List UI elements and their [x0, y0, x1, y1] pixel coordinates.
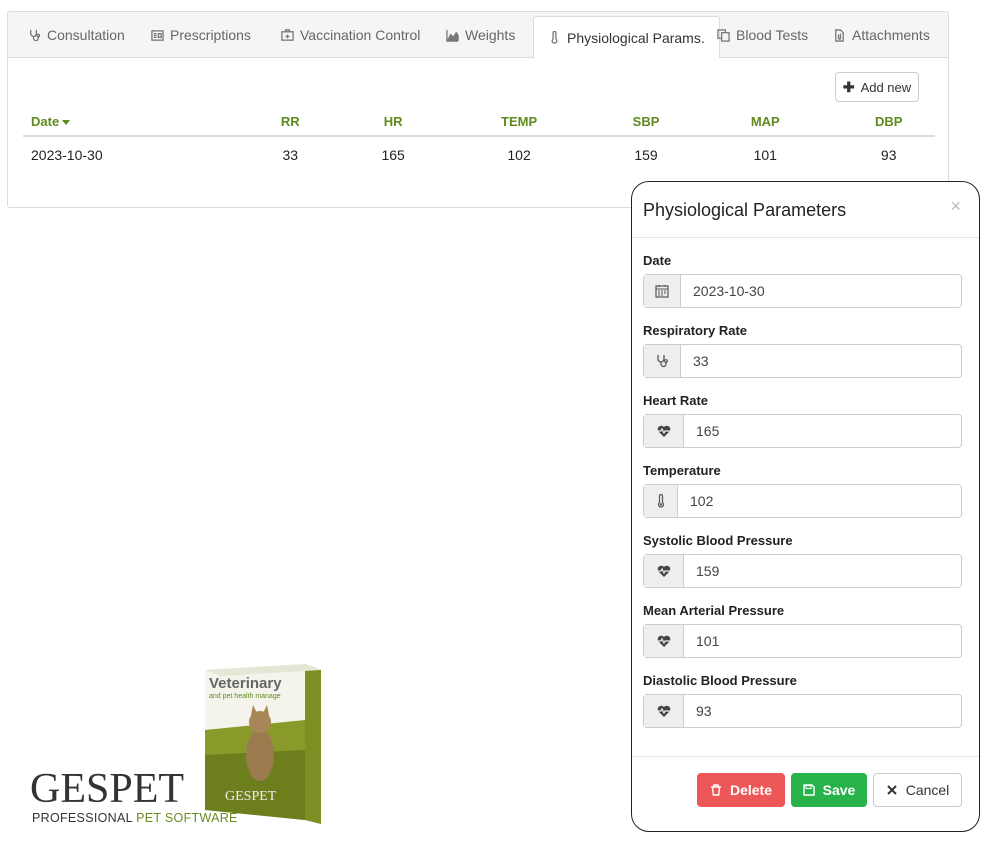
mean-arterial-pressure-value[interactable]: 101: [684, 625, 961, 657]
close-icon[interactable]: ×: [950, 196, 961, 217]
tab-label: Physiological Params.: [567, 29, 705, 46]
copy-icon: [717, 28, 730, 42]
gespet-tagline: PROFESSIONAL PET SOFTWARE: [32, 811, 238, 825]
tab-label: Weights: [465, 27, 516, 43]
respiratory-rate-field[interactable]: 33: [643, 344, 962, 378]
floppy-disk-icon: [802, 784, 815, 796]
tab-weights[interactable]: Weights: [446, 12, 515, 58]
systolic-bp-field[interactable]: 159: [643, 554, 962, 588]
tab-label: Vaccination Control: [300, 27, 421, 43]
cell-map: 101: [753, 146, 777, 163]
delete-label: Delete: [729, 782, 773, 798]
temperature-value[interactable]: 102: [678, 485, 961, 517]
modal-footer-divider: [632, 756, 979, 757]
column-header-temp[interactable]: TEMP: [434, 108, 604, 137]
tagline-part2: PET SOFTWARE: [136, 811, 238, 825]
cell-temp: 102: [507, 146, 531, 163]
column-header-rr[interactable]: RR: [228, 108, 352, 137]
heartbeat-icon: [644, 415, 684, 447]
heartbeat-icon: [644, 695, 684, 727]
calendar-icon: [644, 275, 681, 307]
tab-prescriptions[interactable]: Prescriptions: [151, 12, 251, 58]
save-button[interactable]: Save: [791, 773, 867, 807]
main-panel: Consultation Prescriptions Vaccination C…: [7, 11, 949, 208]
close-icon: [886, 785, 897, 795]
tab-label: Prescriptions: [170, 27, 251, 43]
heartbeat-icon: [644, 625, 684, 657]
cell-date: 2023-10-30: [31, 146, 103, 163]
cell-hr: 165: [381, 146, 405, 163]
cell-dbp: 93: [880, 146, 897, 163]
diastolic-bp-label: Diastolic Blood Pressure: [643, 673, 797, 688]
sort-desc-icon: [62, 120, 71, 126]
tab-vaccination-control[interactable]: Vaccination Control: [281, 12, 420, 58]
systolic-bp-label: Systolic Blood Pressure: [643, 533, 793, 548]
delete-button[interactable]: Delete: [697, 773, 785, 807]
modal-header: Physiological Parameters ×: [632, 182, 979, 238]
trash-icon: [710, 784, 721, 796]
column-header-dbp[interactable]: DBP: [842, 108, 935, 137]
date-label: Date: [643, 253, 672, 268]
tab-label: Blood Tests: [736, 27, 809, 43]
tab-physiological-params[interactable]: Physiological Params.: [533, 16, 720, 59]
column-header-sbp[interactable]: SBP: [603, 108, 689, 137]
mean-arterial-pressure-label: Mean Arterial Pressure: [643, 603, 785, 618]
cancel-button[interactable]: Cancel: [873, 773, 962, 807]
table-row[interactable]: 2023-10-30 33 165 102 159 101 93: [23, 136, 935, 172]
heart-rate-label: Heart Rate: [643, 393, 709, 408]
logo-part1: GES: [30, 766, 110, 812]
prescription-icon: [151, 29, 164, 41]
heart-rate-field[interactable]: 165: [643, 414, 962, 448]
plus-icon: ✚: [842, 78, 855, 95]
thermometer-icon: [644, 485, 678, 517]
tab-label: Consultation: [47, 27, 125, 43]
mean-arterial-pressure-field[interactable]: 101: [643, 624, 962, 658]
temperature-field[interactable]: 102: [643, 484, 962, 518]
logo-part2: PET: [109, 766, 185, 812]
column-header-map[interactable]: MAP: [688, 108, 843, 137]
save-label: Save: [822, 782, 856, 798]
tab-label: Attachments: [852, 27, 930, 43]
column-label: Date: [31, 114, 60, 129]
diastolic-bp-field[interactable]: 93: [643, 694, 962, 728]
stethoscope-icon: [30, 29, 41, 41]
thermometer-icon: [551, 31, 558, 44]
gespet-logo: GESPET: [30, 768, 184, 810]
modal-title: Physiological Parameters: [643, 200, 847, 220]
respiratory-rate-label: Respiratory Rate: [643, 323, 748, 338]
heart-rate-value[interactable]: 165: [684, 415, 961, 447]
file-icon: [835, 28, 844, 42]
date-field[interactable]: 2023-10-30: [643, 274, 962, 308]
product-box-subtitle: and pet health manage: [209, 693, 281, 700]
tagline-part1: PROFESSIONAL: [32, 811, 137, 825]
area-chart-icon: [446, 29, 459, 42]
column-header-date[interactable]: Date: [23, 108, 229, 137]
physiological-params-modal: Physiological Parameters × Date 2023-10-…: [631, 181, 980, 832]
cancel-label: Cancel: [905, 782, 950, 798]
respiratory-rate-value[interactable]: 33: [681, 345, 961, 377]
tab-attachments[interactable]: Attachments: [833, 12, 930, 58]
date-value[interactable]: 2023-10-30: [681, 275, 961, 307]
tab-blood-tests[interactable]: Blood Tests: [717, 12, 808, 58]
systolic-bp-value[interactable]: 159: [684, 555, 961, 587]
tab-bar: Consultation Prescriptions Vaccination C…: [8, 12, 948, 59]
temperature-label: Temperature: [643, 463, 721, 478]
product-box-logo: GESPET: [225, 789, 277, 804]
tab-consultation[interactable]: Consultation: [28, 12, 125, 58]
add-new-button[interactable]: ✚ Add new: [835, 72, 919, 102]
diastolic-bp-value[interactable]: 93: [684, 695, 961, 727]
cell-sbp: 159: [634, 146, 658, 163]
medical-kit-icon: [281, 28, 294, 41]
params-table: Date RR HR TEMP SBP MAP DBP 2023-10-30 3…: [23, 108, 935, 172]
table-header-row: Date RR HR TEMP SBP MAP DBP: [23, 108, 935, 137]
column-header-hr[interactable]: HR: [352, 108, 435, 137]
stethoscope-icon: [644, 345, 681, 377]
product-box-title: Veterinary: [209, 675, 282, 692]
product-box-image: Veterinary and pet health manage GESPET: [205, 664, 321, 824]
add-new-label: Add new: [860, 79, 912, 95]
cell-rr: 33: [282, 146, 299, 163]
heartbeat-icon: [644, 555, 684, 587]
